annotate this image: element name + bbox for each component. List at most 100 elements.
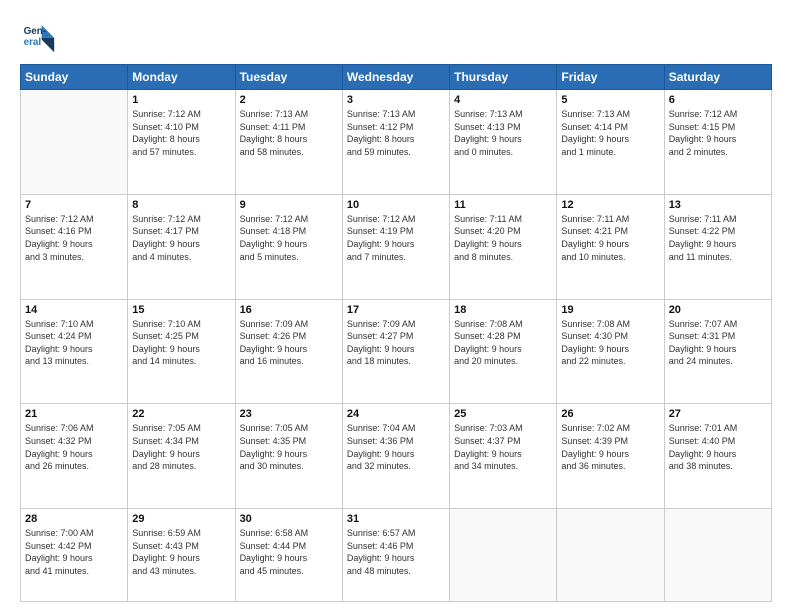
calendar-table: SundayMondayTuesdayWednesdayThursdayFrid… [20, 64, 772, 602]
calendar-week-row-3: 14 Sunrise: 7:10 AMSunset: 4:24 PMDayligh… [21, 299, 772, 404]
page: Gen- eral SundayMondayTuesdayWednesdayTh… [0, 0, 792, 612]
calendar-cell: 18 Sunrise: 7:08 AMSunset: 4:28 PMDayligh… [450, 299, 557, 404]
calendar-cell: 30 Sunrise: 6:58 AMSunset: 4:44 PMDayligh… [235, 509, 342, 602]
day-info: Sunrise: 7:03 AMSunset: 4:37 PMDaylight:… [454, 422, 552, 472]
calendar-cell: 23Sunrise: 7:05 AMSunset: 4:35 PMDayligh… [235, 404, 342, 509]
day-number: 14 [25, 304, 123, 316]
day-info: Sunrise: 7:12 AMSunset: 4:17 PMDaylight:… [132, 213, 230, 263]
calendar-cell: 10Sunrise: 7:12 AMSunset: 4:19 PMDayligh… [342, 194, 449, 299]
weekday-header-row: SundayMondayTuesdayWednesdayThursdayFrid… [21, 65, 772, 90]
calendar-cell [557, 509, 664, 602]
calendar-cell: 11 Sunrise: 7:11 AMSunset: 4:20 PMDayligh… [450, 194, 557, 299]
calendar-cell: 13 Sunrise: 7:11 AMSunset: 4:22 PMDayligh… [664, 194, 771, 299]
weekday-header-tuesday: Tuesday [235, 65, 342, 90]
day-number: 21 [25, 408, 123, 420]
day-info: Sunrise: 7:11 AMSunset: 4:22 PMDaylight:… [669, 213, 767, 263]
calendar-cell: 19 Sunrise: 7:08 AMSunset: 4:30 PMDayligh… [557, 299, 664, 404]
day-number: 27 [669, 408, 767, 420]
day-number: 2 [240, 94, 338, 106]
day-number: 8 [132, 199, 230, 211]
calendar-week-row-5: 28 Sunrise: 7:00 AMSunset: 4:42 PMDayligh… [21, 509, 772, 602]
day-info: Sunrise: 7:06 AMSunset: 4:32 PMDaylight:… [25, 422, 123, 472]
day-number: 23 [240, 408, 338, 420]
day-number: 28 [25, 513, 123, 525]
day-info: Sunrise: 7:08 AMSunset: 4:28 PMDaylight:… [454, 318, 552, 368]
day-number: 13 [669, 199, 767, 211]
day-info: Sunrise: 7:12 AMSunset: 4:10 PMDaylight:… [132, 108, 230, 158]
weekday-header-thursday: Thursday [450, 65, 557, 90]
calendar-cell: 15 Sunrise: 7:10 AMSunset: 4:25 PMDayligh… [128, 299, 235, 404]
calendar-cell: 9Sunrise: 7:12 AMSunset: 4:18 PMDaylight… [235, 194, 342, 299]
day-number: 16 [240, 304, 338, 316]
calendar-week-row-2: 7Sunrise: 7:12 AMSunset: 4:16 PMDaylight… [21, 194, 772, 299]
day-number: 4 [454, 94, 552, 106]
calendar-cell: 7Sunrise: 7:12 AMSunset: 4:16 PMDaylight… [21, 194, 128, 299]
day-info: Sunrise: 7:13 AMSunset: 4:11 PMDaylight:… [240, 108, 338, 158]
calendar-cell: 3 Sunrise: 7:13 AMSunset: 4:12 PMDaylight… [342, 90, 449, 195]
day-info: Sunrise: 7:10 AMSunset: 4:24 PMDaylight:… [25, 318, 123, 368]
calendar-cell: 26 Sunrise: 7:02 AMSunset: 4:39 PMDayligh… [557, 404, 664, 509]
day-number: 12 [561, 199, 659, 211]
calendar-cell: 5 Sunrise: 7:13 AMSunset: 4:14 PMDaylight… [557, 90, 664, 195]
weekday-header-wednesday: Wednesday [342, 65, 449, 90]
logo-area: Gen- eral [20, 18, 60, 54]
day-info: Sunrise: 7:02 AMSunset: 4:39 PMDaylight:… [561, 422, 659, 472]
calendar-cell [664, 509, 771, 602]
day-number: 7 [25, 199, 123, 211]
day-info: Sunrise: 7:12 AMSunset: 4:18 PMDaylight:… [240, 213, 338, 263]
day-info: Sunrise: 7:13 AMSunset: 4:12 PMDaylight:… [347, 108, 445, 158]
calendar-week-row-1: 1 Sunrise: 7:12 AMSunset: 4:10 PMDaylight… [21, 90, 772, 195]
day-info: Sunrise: 7:09 AMSunset: 4:27 PMDaylight:… [347, 318, 445, 368]
day-number: 20 [669, 304, 767, 316]
svg-text:Gen-: Gen- [24, 26, 47, 37]
day-info: Sunrise: 7:10 AMSunset: 4:25 PMDaylight:… [132, 318, 230, 368]
day-number: 1 [132, 94, 230, 106]
day-number: 15 [132, 304, 230, 316]
day-info: Sunrise: 7:13 AMSunset: 4:13 PMDaylight:… [454, 108, 552, 158]
day-number: 11 [454, 199, 552, 211]
calendar-cell [450, 509, 557, 602]
day-info: Sunrise: 7:08 AMSunset: 4:30 PMDaylight:… [561, 318, 659, 368]
day-number: 29 [132, 513, 230, 525]
calendar-week-row-4: 21 Sunrise: 7:06 AMSunset: 4:32 PMDayligh… [21, 404, 772, 509]
day-number: 10 [347, 199, 445, 211]
day-number: 30 [240, 513, 338, 525]
calendar-cell: 20 Sunrise: 7:07 AMSunset: 4:31 PMDayligh… [664, 299, 771, 404]
generalblue-logo-icon: Gen- eral [20, 18, 56, 54]
day-info: Sunrise: 7:11 AMSunset: 4:20 PMDaylight:… [454, 213, 552, 263]
day-number: 3 [347, 94, 445, 106]
day-number: 17 [347, 304, 445, 316]
day-info: Sunrise: 7:04 AMSunset: 4:36 PMDaylight:… [347, 422, 445, 472]
day-info: Sunrise: 7:01 AMSunset: 4:40 PMDaylight:… [669, 422, 767, 472]
day-info: Sunrise: 7:11 AMSunset: 4:21 PMDaylight:… [561, 213, 659, 263]
day-info: Sunrise: 6:58 AMSunset: 4:44 PMDaylight:… [240, 527, 338, 577]
day-info: Sunrise: 7:00 AMSunset: 4:42 PMDaylight:… [25, 527, 123, 577]
weekday-header-sunday: Sunday [21, 65, 128, 90]
day-info: Sunrise: 7:09 AMSunset: 4:26 PMDaylight:… [240, 318, 338, 368]
calendar-cell: 25Sunrise: 7:03 AMSunset: 4:37 PMDayligh… [450, 404, 557, 509]
day-number: 22 [132, 408, 230, 420]
day-info: Sunrise: 7:07 AMSunset: 4:31 PMDaylight:… [669, 318, 767, 368]
day-number: 5 [561, 94, 659, 106]
calendar-cell: 1 Sunrise: 7:12 AMSunset: 4:10 PMDaylight… [128, 90, 235, 195]
day-number: 19 [561, 304, 659, 316]
day-info: Sunrise: 7:05 AMSunset: 4:34 PMDaylight:… [132, 422, 230, 472]
day-number: 26 [561, 408, 659, 420]
calendar-cell: 2 Sunrise: 7:13 AMSunset: 4:11 PMDaylight… [235, 90, 342, 195]
weekday-header-friday: Friday [557, 65, 664, 90]
day-number: 31 [347, 513, 445, 525]
calendar-cell: 21 Sunrise: 7:06 AMSunset: 4:32 PMDayligh… [21, 404, 128, 509]
calendar-cell [21, 90, 128, 195]
calendar-cell: 27 Sunrise: 7:01 AMSunset: 4:40 PMDayligh… [664, 404, 771, 509]
calendar-cell: 29 Sunrise: 6:59 AMSunset: 4:43 PMDayligh… [128, 509, 235, 602]
svg-text:eral: eral [24, 37, 42, 48]
calendar-cell: 14 Sunrise: 7:10 AMSunset: 4:24 PMDayligh… [21, 299, 128, 404]
day-info: Sunrise: 7:13 AMSunset: 4:14 PMDaylight:… [561, 108, 659, 158]
day-info: Sunrise: 6:59 AMSunset: 4:43 PMDaylight:… [132, 527, 230, 577]
weekday-header-monday: Monday [128, 65, 235, 90]
day-number: 18 [454, 304, 552, 316]
calendar-cell: 22 Sunrise: 7:05 AMSunset: 4:34 PMDayligh… [128, 404, 235, 509]
day-number: 6 [669, 94, 767, 106]
calendar-cell: 12 Sunrise: 7:11 AMSunset: 4:21 PMDayligh… [557, 194, 664, 299]
day-info: Sunrise: 6:57 AMSunset: 4:46 PMDaylight:… [347, 527, 445, 577]
